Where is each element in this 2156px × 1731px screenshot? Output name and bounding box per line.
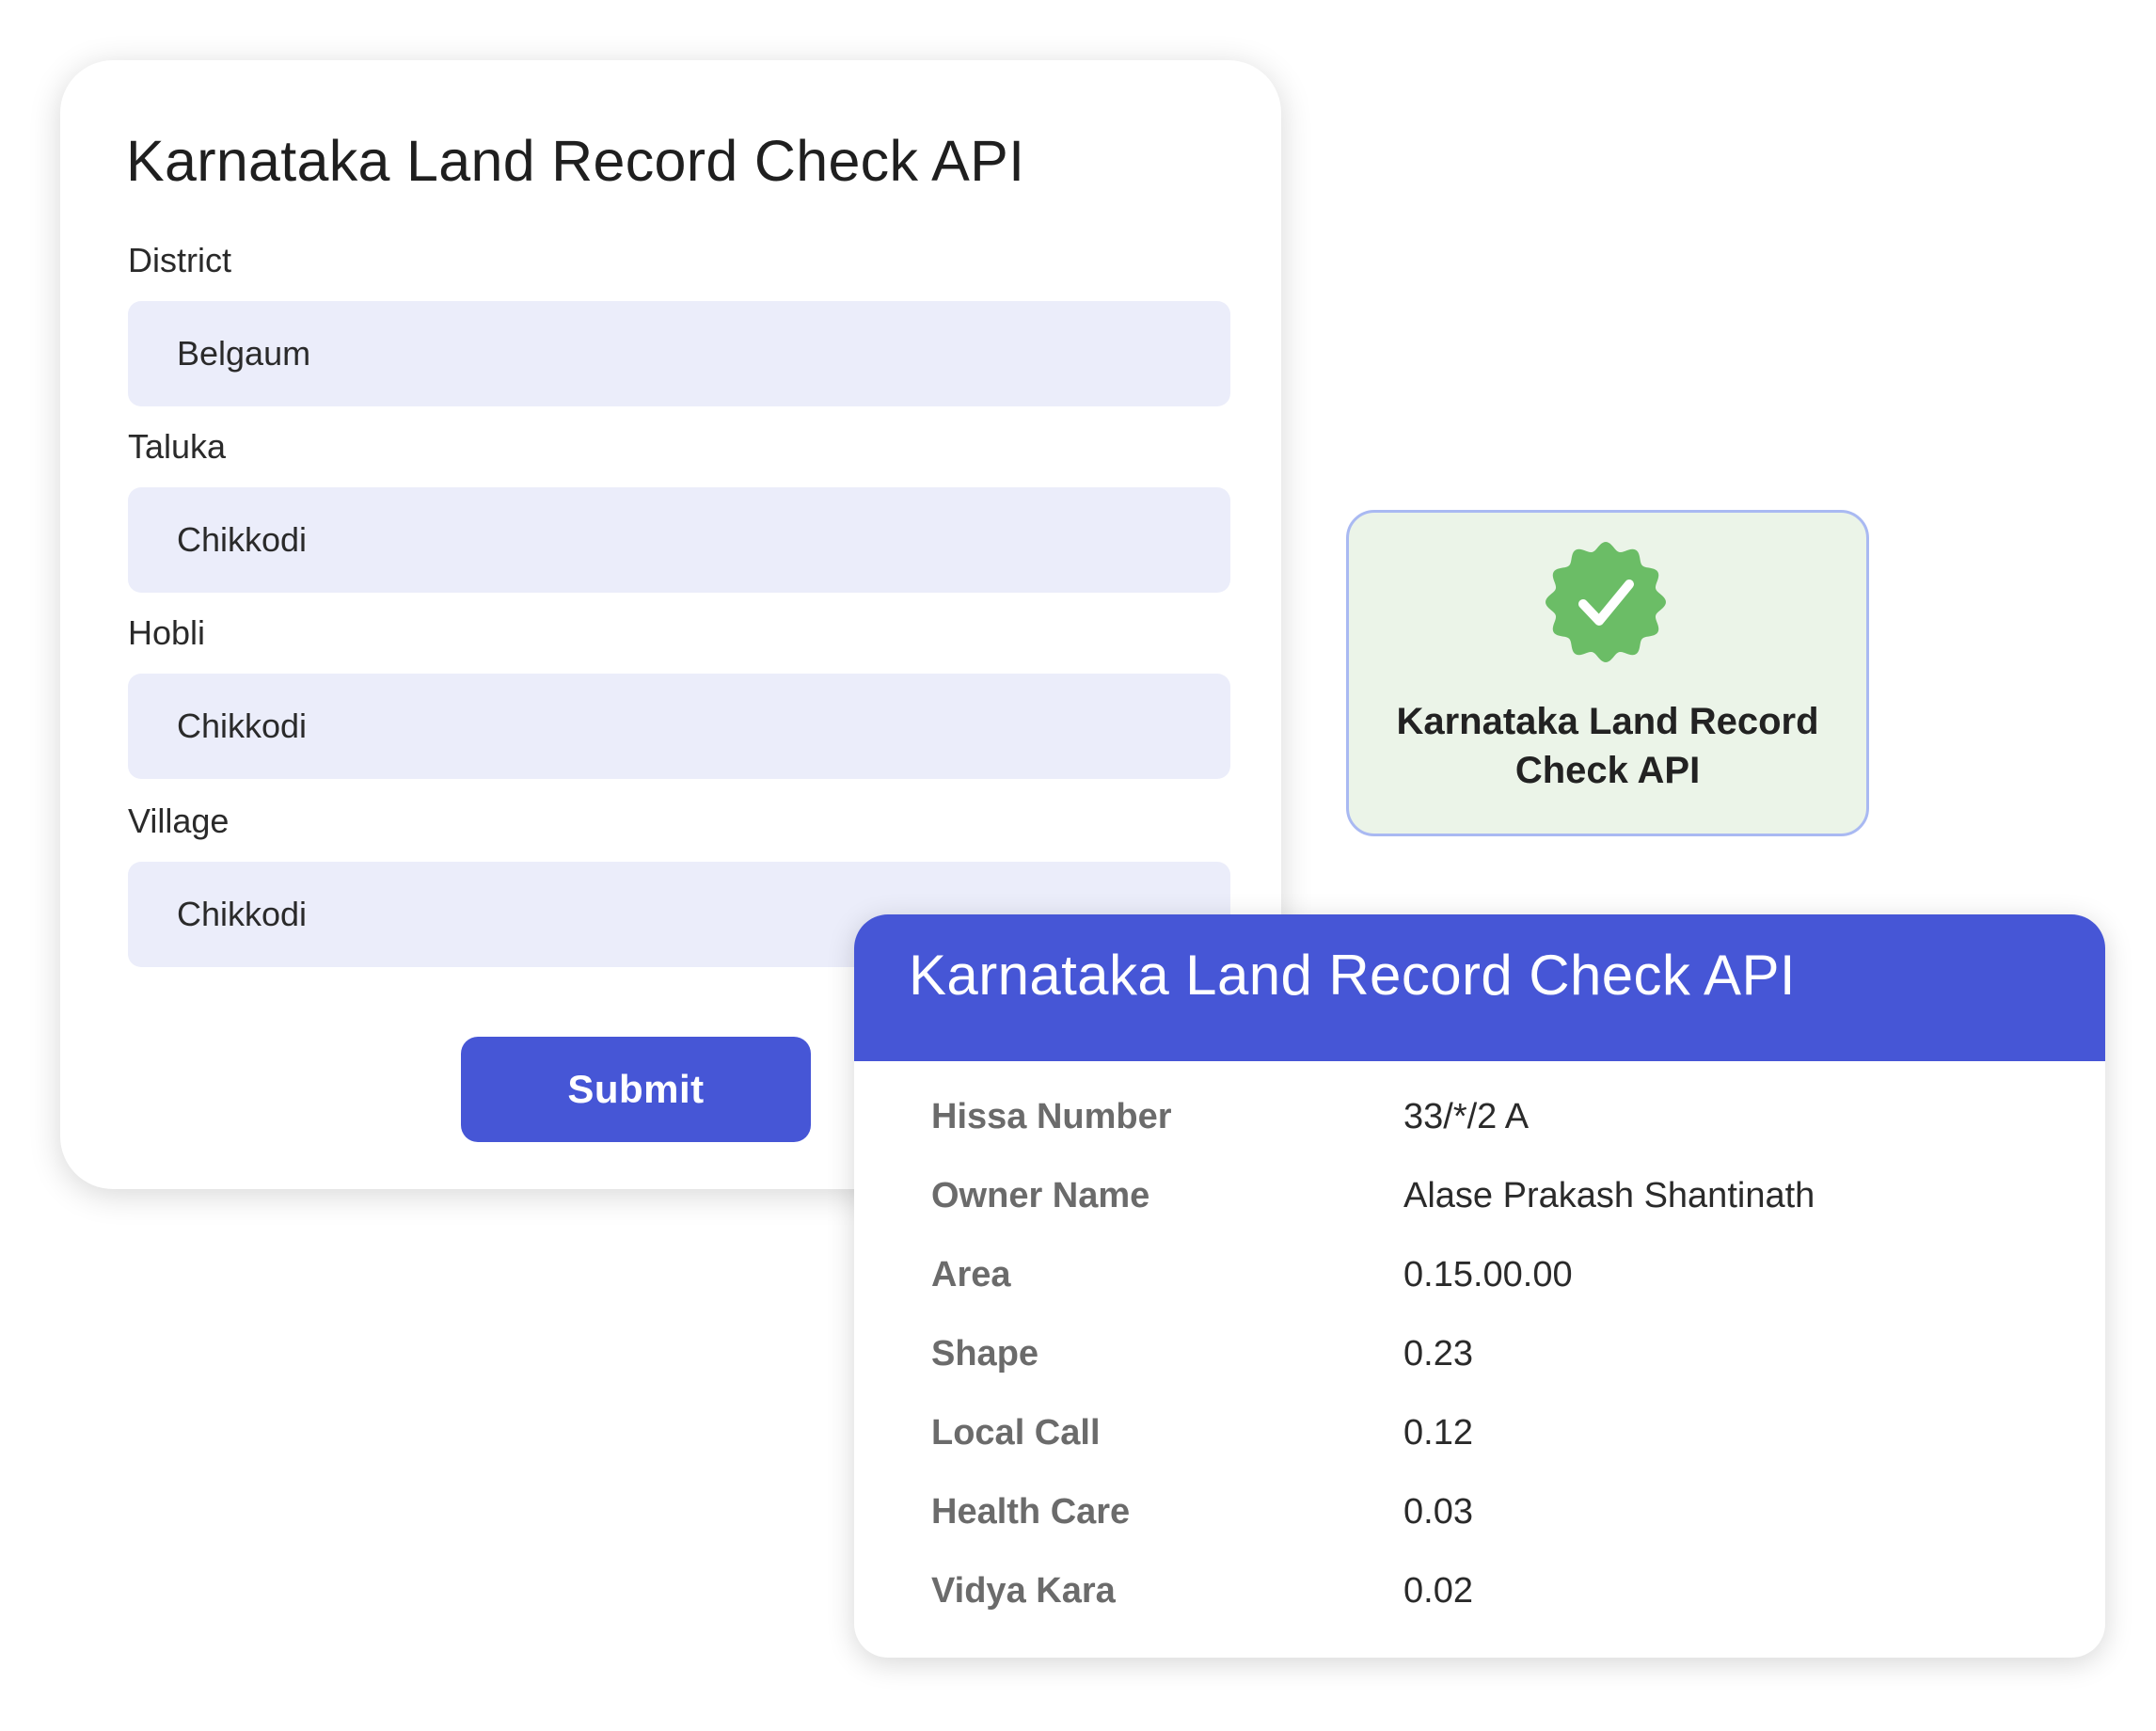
- vidya-kara-key: Vidya Kara: [931, 1571, 1116, 1611]
- result-row-owner-name: Owner Name Alase Prakash Shantinath: [854, 1176, 2105, 1232]
- area-value: 0.15.00.00: [1403, 1255, 1573, 1294]
- result-row-area: Area 0.15.00.00: [854, 1255, 2105, 1311]
- result-row-shape: Shape 0.23: [854, 1334, 2105, 1390]
- land-record-result-card: Karnataka Land Record Check API Hissa Nu…: [854, 914, 2105, 1658]
- result-row-hissa-number: Hissa Number 33/*/2 A: [854, 1097, 2105, 1153]
- health-care-key: Health Care: [931, 1492, 1131, 1532]
- local-call-value: 0.12: [1403, 1413, 1473, 1453]
- hobli-label: Hobli: [128, 613, 206, 652]
- badge-title: Karnataka Land Record Check API: [1349, 697, 1866, 795]
- verified-badge-icon: [1546, 542, 1666, 662]
- result-title: Karnataka Land Record Check API: [909, 944, 1796, 1007]
- verified-badge-card: Karnataka Land Record Check API: [1346, 510, 1869, 836]
- taluka-label: Taluka: [128, 427, 227, 466]
- shape-key: Shape: [931, 1334, 1039, 1374]
- badge-title-line-1: Karnataka Land Record: [1396, 701, 1819, 742]
- health-care-value: 0.03: [1403, 1492, 1473, 1532]
- owner-name-key: Owner Name: [931, 1176, 1150, 1215]
- result-row-health-care: Health Care 0.03: [854, 1492, 2105, 1548]
- form-title: Karnataka Land Record Check API: [126, 129, 1025, 193]
- village-label: Village: [128, 802, 230, 840]
- district-input[interactable]: Belgaum: [128, 301, 1230, 406]
- vidya-kara-value: 0.02: [1403, 1571, 1473, 1611]
- hissa-number-key: Hissa Number: [931, 1097, 1172, 1136]
- result-header: Karnataka Land Record Check API: [854, 914, 2105, 1061]
- taluka-input[interactable]: Chikkodi: [128, 487, 1230, 593]
- local-call-key: Local Call: [931, 1413, 1101, 1453]
- district-label: District: [128, 241, 231, 279]
- hissa-number-value: 33/*/2 A: [1403, 1097, 1530, 1136]
- owner-name-value: Alase Prakash Shantinath: [1403, 1176, 1815, 1215]
- submit-button[interactable]: Submit: [461, 1037, 811, 1142]
- result-row-vidya-kara: Vidya Kara 0.02: [854, 1571, 2105, 1628]
- hobli-input[interactable]: Chikkodi: [128, 674, 1230, 779]
- badge-title-line-2: Check API: [1514, 750, 1701, 791]
- result-row-local-call: Local Call 0.12: [854, 1413, 2105, 1469]
- shape-value: 0.23: [1403, 1334, 1473, 1374]
- area-key: Area: [931, 1255, 1011, 1294]
